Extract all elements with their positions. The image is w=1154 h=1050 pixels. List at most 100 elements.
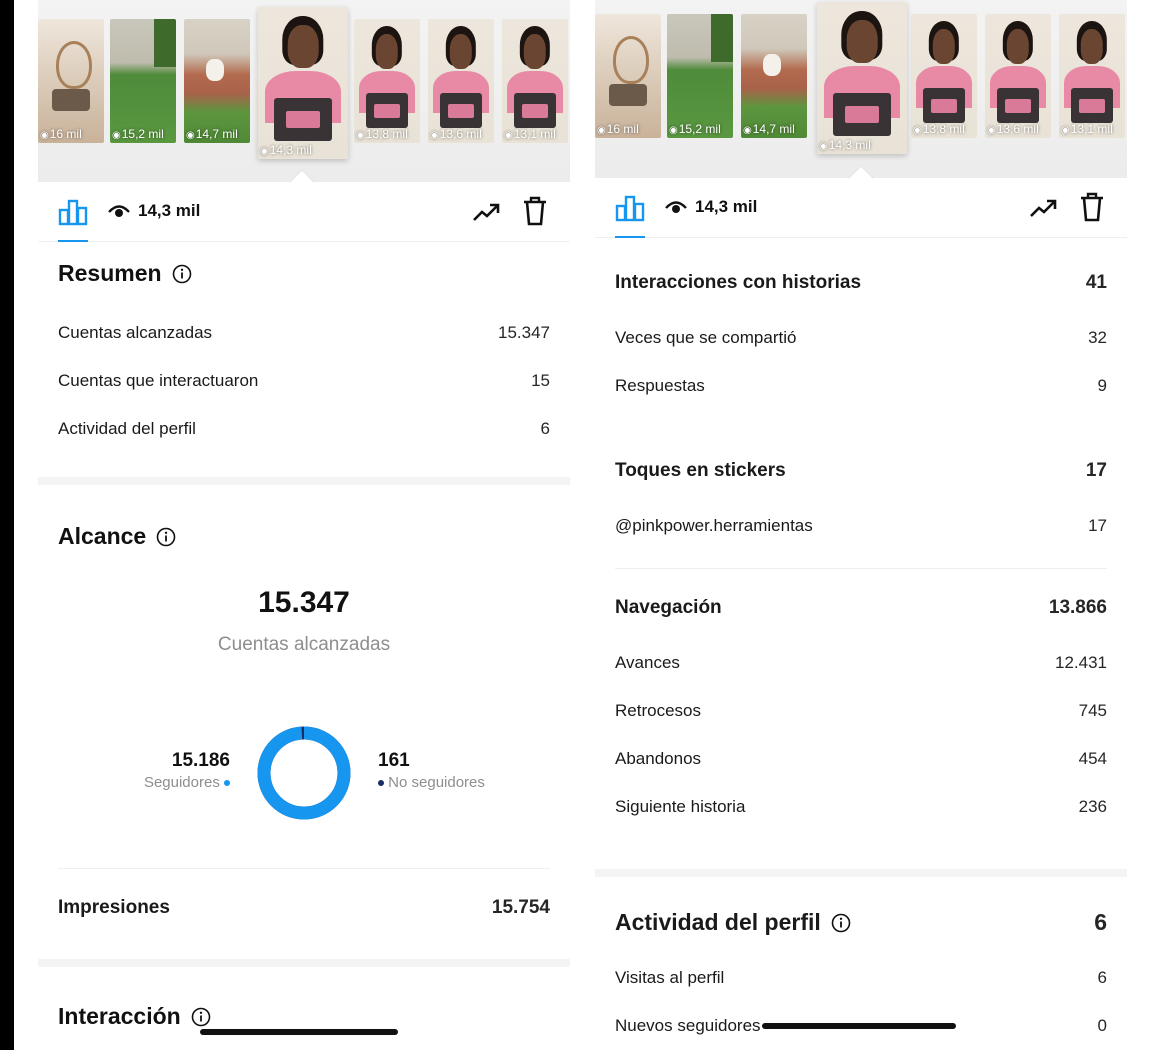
home-indicator — [762, 1023, 956, 1029]
thumbnail-image — [502, 19, 568, 143]
eye-icon: ◉ — [186, 130, 195, 141]
section-separator — [38, 477, 570, 485]
eye-icon: ◉ — [669, 125, 678, 136]
thumbnail-views: ◉16 mil — [40, 127, 82, 141]
interaccion-title: Interacción — [38, 1003, 570, 1030]
non-followers-dot — [378, 780, 384, 787]
story-thumbnail[interactable]: ◉16 mil — [38, 19, 104, 143]
metric-row: Avances 12.431 — [595, 639, 1127, 687]
eye-icon: ◉ — [1061, 125, 1070, 136]
info-icon[interactable] — [831, 913, 851, 933]
thumbnail-views: ◉14,7 mil — [186, 127, 238, 141]
impresiones-row: Impresiones 15.754 — [58, 897, 550, 918]
actividad-header: Actividad del perfil 6 — [615, 909, 1107, 935]
row-value: 454 — [1078, 749, 1107, 768]
story-thumbnail[interactable]: ◉14,3 mil — [817, 2, 907, 154]
trash-icon[interactable] — [1079, 192, 1105, 222]
trending-icon[interactable] — [472, 200, 500, 224]
metric-row: Visitas al perfil 6 — [595, 954, 1127, 1002]
eye-icon: ◉ — [987, 125, 996, 136]
story-thumbnail[interactable]: ◉13,8 mil — [911, 14, 977, 138]
story-thumbnail[interactable]: ◉15,2 mil — [110, 19, 176, 143]
section-separator — [595, 869, 1127, 877]
metric-row: Cuentas alcanzadas 15.347 — [38, 309, 570, 357]
followers-label: Seguidores — [143, 774, 220, 791]
thumbnail-image — [110, 19, 176, 143]
metric-row: Veces que se compartió 32 — [595, 314, 1127, 362]
row-value: 0 — [1097, 1016, 1107, 1035]
thumbnail-views: ◉15,2 mil — [669, 122, 721, 136]
eye-icon: ◉ — [743, 125, 752, 136]
metric-row: Cuentas que interactuaron 15 — [38, 357, 570, 405]
reach-total: 15.347 — [258, 586, 350, 619]
story-thumbnail[interactable]: ◉16 mil — [595, 14, 661, 138]
thumbnail-image — [38, 19, 104, 143]
section-separator — [38, 959, 570, 967]
reach-donut-chart: 15.186 Seguidores 161 No seguidores — [38, 726, 570, 826]
row-value: 6 — [1097, 968, 1107, 987]
interacciones-header: Interacciones con historias 41 — [615, 272, 1107, 293]
thumbnail-image — [184, 19, 250, 143]
story-thumbnail[interactable]: ◉13,1 mil — [502, 19, 568, 143]
eye-icon: ◉ — [504, 130, 513, 141]
followers-legend: 15.186 Seguidores — [144, 750, 230, 791]
trending-icon[interactable] — [1029, 196, 1057, 220]
insights-chart-icon[interactable] — [58, 198, 88, 226]
story-thumbnail[interactable]: ◉14,7 mil — [184, 19, 250, 143]
row-value: 15 — [531, 371, 550, 390]
row-value: 32 — [1088, 328, 1107, 347]
story-thumbnail[interactable]: ◉15,2 mil — [667, 14, 733, 138]
metric-row: Retrocesos 745 — [595, 687, 1127, 735]
tab-underline — [58, 240, 88, 242]
donut — [257, 726, 351, 820]
thumbnail-views: ◉16 mil — [597, 122, 639, 136]
thumbnail-views: ◉13,8 mil — [913, 122, 965, 136]
row-value: 236 — [1078, 797, 1107, 816]
row-label: Nuevos seguidores — [615, 1016, 761, 1035]
thumbnail-image — [354, 19, 420, 143]
row-value: 9 — [1097, 376, 1107, 395]
non-followers-label: No seguidores — [388, 774, 485, 791]
eye-icon: ◉ — [819, 141, 828, 152]
info-icon[interactable] — [156, 527, 176, 547]
toques-header: Toques en stickers 17 — [615, 460, 1107, 481]
story-thumbnail[interactable]: ◉14,7 mil — [741, 14, 807, 138]
eye-icon: ◉ — [430, 130, 439, 141]
row-label: Avances — [615, 653, 680, 672]
row-label: Siguiente historia — [615, 797, 746, 816]
row-label: Respuestas — [615, 376, 705, 395]
row-value: 12.431 — [1055, 653, 1107, 672]
row-label: Cuentas que interactuaron — [58, 371, 259, 390]
story-thumbnail[interactable]: ◉13,6 mil — [428, 19, 494, 143]
story-thumbnail[interactable]: ◉13,6 mil — [985, 14, 1051, 138]
story-thumbnails: ◉16 mil ◉15,2 mil ◉14,7 mil ◉14,3 mil ◉13,8 … — [38, 0, 570, 182]
row-label: @pinkpower.herramientas — [615, 516, 813, 535]
donut-followers-arc — [257, 726, 351, 820]
row-label: Visitas al perfil — [615, 968, 725, 987]
metric-row: Siguiente historia 236 — [595, 783, 1127, 831]
followers-value: 15.186 — [171, 750, 230, 771]
story-thumbnail[interactable]: ◉13,1 mil — [1059, 14, 1125, 138]
thumbnail-views: ◉14,3 mil — [260, 143, 312, 157]
row-value: 6 — [540, 419, 550, 438]
thumbnail-image — [595, 14, 661, 138]
views-count: 14,3 mil — [108, 201, 200, 221]
story-thumbnail[interactable]: ◉14,3 mil — [258, 7, 348, 159]
thumbnail-views: ◉13,8 mil — [356, 127, 408, 141]
non-followers-legend: 161 No seguidores — [378, 750, 485, 791]
metric-row: @pinkpower.herramientas 17 — [595, 502, 1127, 550]
trash-icon[interactable] — [522, 196, 548, 226]
resumen-title: Resumen — [38, 260, 570, 287]
story-thumbnail[interactable]: ◉13,8 mil — [354, 19, 420, 143]
thumbnail-image — [258, 7, 348, 159]
tab-underline — [615, 236, 645, 238]
alcance-title: Alcance — [38, 523, 570, 550]
thumbnail-views: ◉13,1 mil — [504, 127, 556, 141]
insights-chart-icon[interactable] — [615, 194, 645, 222]
thumbnail-image — [911, 14, 977, 138]
thumbnail-views: ◉15,2 mil — [112, 127, 164, 141]
info-icon[interactable] — [191, 1007, 211, 1027]
row-label: Abandonos — [615, 749, 702, 768]
row-label: Actividad del perfil — [58, 419, 196, 438]
info-icon[interactable] — [172, 264, 192, 284]
